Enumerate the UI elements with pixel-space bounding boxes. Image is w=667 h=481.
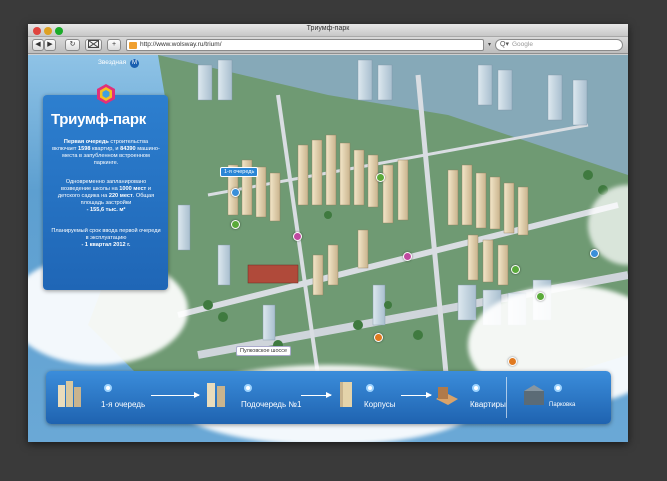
pin-green-icon[interactable]: [231, 220, 240, 229]
forward-button[interactable]: ▶: [44, 39, 56, 51]
info-paragraph-2: Одновременно запланировано возведение шк…: [57, 179, 155, 213]
pin-green-icon[interactable]: [511, 265, 520, 274]
window-title: Триумф-парк: [306, 25, 350, 32]
buildings-icon: [58, 381, 81, 407]
project-title: Триумф-парк: [51, 111, 146, 128]
metro-icon: М: [129, 59, 139, 68]
parking-label: Парковка: [549, 402, 576, 408]
arrow-icon: [301, 392, 332, 398]
step-subqueue[interactable]: Подочередь №1: [204, 371, 319, 424]
search-input[interactable]: Q▾ Google: [495, 39, 623, 51]
project-info-panel: Триумф-парк Первая очередь строительства…: [43, 84, 168, 290]
pin-queue-icon[interactable]: [231, 188, 240, 197]
url-text: http://www.wolsway.ru/trium/: [140, 41, 222, 48]
step-indicator: [472, 384, 480, 392]
pin-purple-icon[interactable]: [403, 252, 412, 261]
apartment-plan-icon: [436, 387, 458, 405]
parking-icon: [524, 385, 544, 405]
step-indicator: [554, 384, 562, 392]
chevron-down-icon[interactable]: ▾: [488, 41, 491, 48]
browser-toolbar: ◀ ▶ ↻ + http://www.wolsway.ru/trium/ ▾ Q…: [28, 37, 628, 54]
triumph-park-logo-icon: [97, 84, 115, 104]
bottom-navigation: 1-я очередь Подочередь №1 Корпусы Кварти…: [46, 371, 611, 424]
pin-purple-icon[interactable]: [293, 232, 302, 241]
arrow-icon: [401, 392, 432, 398]
add-bookmark-button[interactable]: +: [107, 39, 121, 51]
pin-blue-icon[interactable]: [590, 249, 599, 258]
screen-icon[interactable]: [85, 39, 102, 51]
divider: [506, 377, 507, 418]
reload-button[interactable]: ↻: [65, 39, 80, 51]
step-buildings[interactable]: Корпусы: [334, 371, 419, 424]
buildings-icon: [207, 383, 225, 407]
address-bar[interactable]: http://www.wolsway.ru/trium/: [126, 39, 484, 51]
step-indicator: [104, 384, 112, 392]
search-icon: Q▾: [500, 41, 509, 48]
pin-orange-icon[interactable]: [374, 333, 383, 342]
pin-green-icon[interactable]: [536, 292, 545, 301]
map-label-highway: Пулковское шоссе: [236, 346, 292, 356]
step-label: Подочередь №1: [241, 400, 302, 409]
search-placeholder: Google: [512, 41, 533, 48]
step-indicator: [244, 384, 252, 392]
metro-link[interactable]: Звездная М: [98, 59, 139, 68]
arrow-icon: [151, 392, 200, 398]
info-paragraph-1: Первая очередь строительства включает 15…: [52, 139, 160, 166]
step-label: 1-я очередь: [101, 400, 146, 409]
step-apartments[interactable]: Квартиры: [434, 371, 506, 424]
pin-orange-icon[interactable]: [508, 357, 517, 366]
step-indicator: [366, 384, 374, 392]
step-label: Корпусы: [364, 400, 396, 409]
page-viewport: Звездная М 1-я очередь Пулковское шоссе …: [28, 55, 628, 442]
browser-window: Триумф-парк ◀ ▶ ↻ + http://www.wolsway.r…: [28, 24, 628, 442]
step-label: Квартиры: [470, 400, 506, 409]
parking-button[interactable]: Парковка: [521, 371, 606, 424]
back-button[interactable]: ◀: [32, 39, 44, 51]
metro-station-label: Звездная: [98, 59, 127, 66]
info-paragraph-3: Планируемый срок ввода первой очереди в …: [51, 228, 161, 248]
folder-icon: [129, 42, 137, 49]
pin-green-icon[interactable]: [376, 173, 385, 182]
building-icon: [340, 382, 352, 407]
map-label-queue[interactable]: 1-я очередь: [220, 167, 259, 177]
step-first-queue[interactable]: 1-я очередь: [56, 371, 166, 424]
title-bar: Триумф-парк: [28, 24, 628, 37]
